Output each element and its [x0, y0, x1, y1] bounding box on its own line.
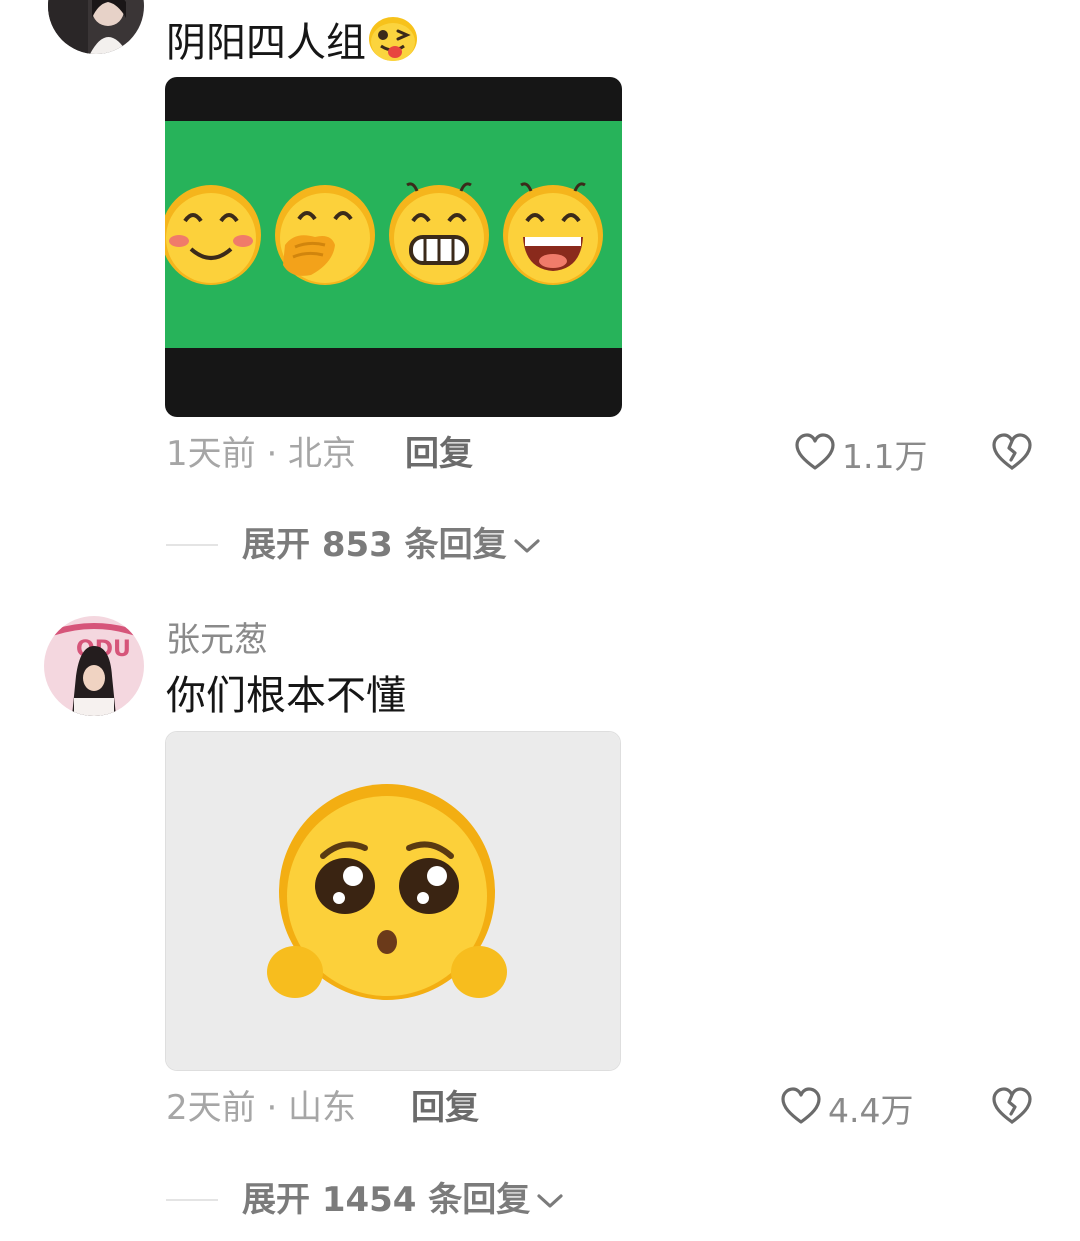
reply-button[interactable]: 回复 — [411, 1088, 479, 1128]
like-button[interactable]: 1.1万 — [794, 432, 927, 481]
like-count: 1.1万 — [842, 436, 928, 476]
dislike-button[interactable] — [990, 432, 1034, 476]
winking-tongue-emoji — [368, 16, 418, 73]
covering-mouth-emoji — [275, 185, 375, 285]
like-button[interactable]: 4.4万 — [780, 1086, 913, 1135]
comment-image[interactable] — [165, 731, 621, 1071]
chevron-down-icon — [536, 1180, 564, 1220]
comment-text-content: 你们根本不懂 — [166, 673, 406, 719]
dislike-button[interactable] — [990, 1086, 1034, 1130]
username[interactable]: 张元葱 — [166, 620, 268, 660]
expand-replies-button[interactable]: 展开 853 条回复 — [166, 525, 541, 565]
divider-line — [166, 1199, 218, 1201]
broken-heart-icon — [990, 1087, 1034, 1130]
chevron-down-icon — [513, 525, 541, 565]
reply-button[interactable]: 回复 — [405, 434, 473, 474]
divider-line — [166, 544, 218, 546]
comment-text: 你们根本不懂 — [166, 672, 406, 720]
avatar[interactable]: ODU — [44, 616, 144, 716]
time-location: 1天前 · 北京 — [166, 434, 357, 474]
blushing-smile-emoji — [165, 185, 261, 285]
broken-heart-icon — [990, 433, 1034, 476]
comment-image[interactable] — [165, 77, 622, 417]
heart-outline-icon — [794, 432, 836, 481]
expand-replies-label: 展开 1454 条回复 — [242, 1180, 531, 1220]
time-location: 2天前 · 山东 — [166, 1088, 357, 1128]
expand-replies-button[interactable]: 展开 1454 条回复 — [166, 1180, 564, 1220]
expand-replies-label: 展开 853 条回复 — [242, 525, 507, 565]
heart-outline-icon — [780, 1086, 822, 1135]
avatar[interactable] — [48, 0, 144, 54]
comment-text-content: 阴阳四人组 — [166, 20, 366, 66]
comment-text: 阴阳四人组 — [166, 16, 418, 73]
like-count: 4.4万 — [828, 1090, 914, 1130]
